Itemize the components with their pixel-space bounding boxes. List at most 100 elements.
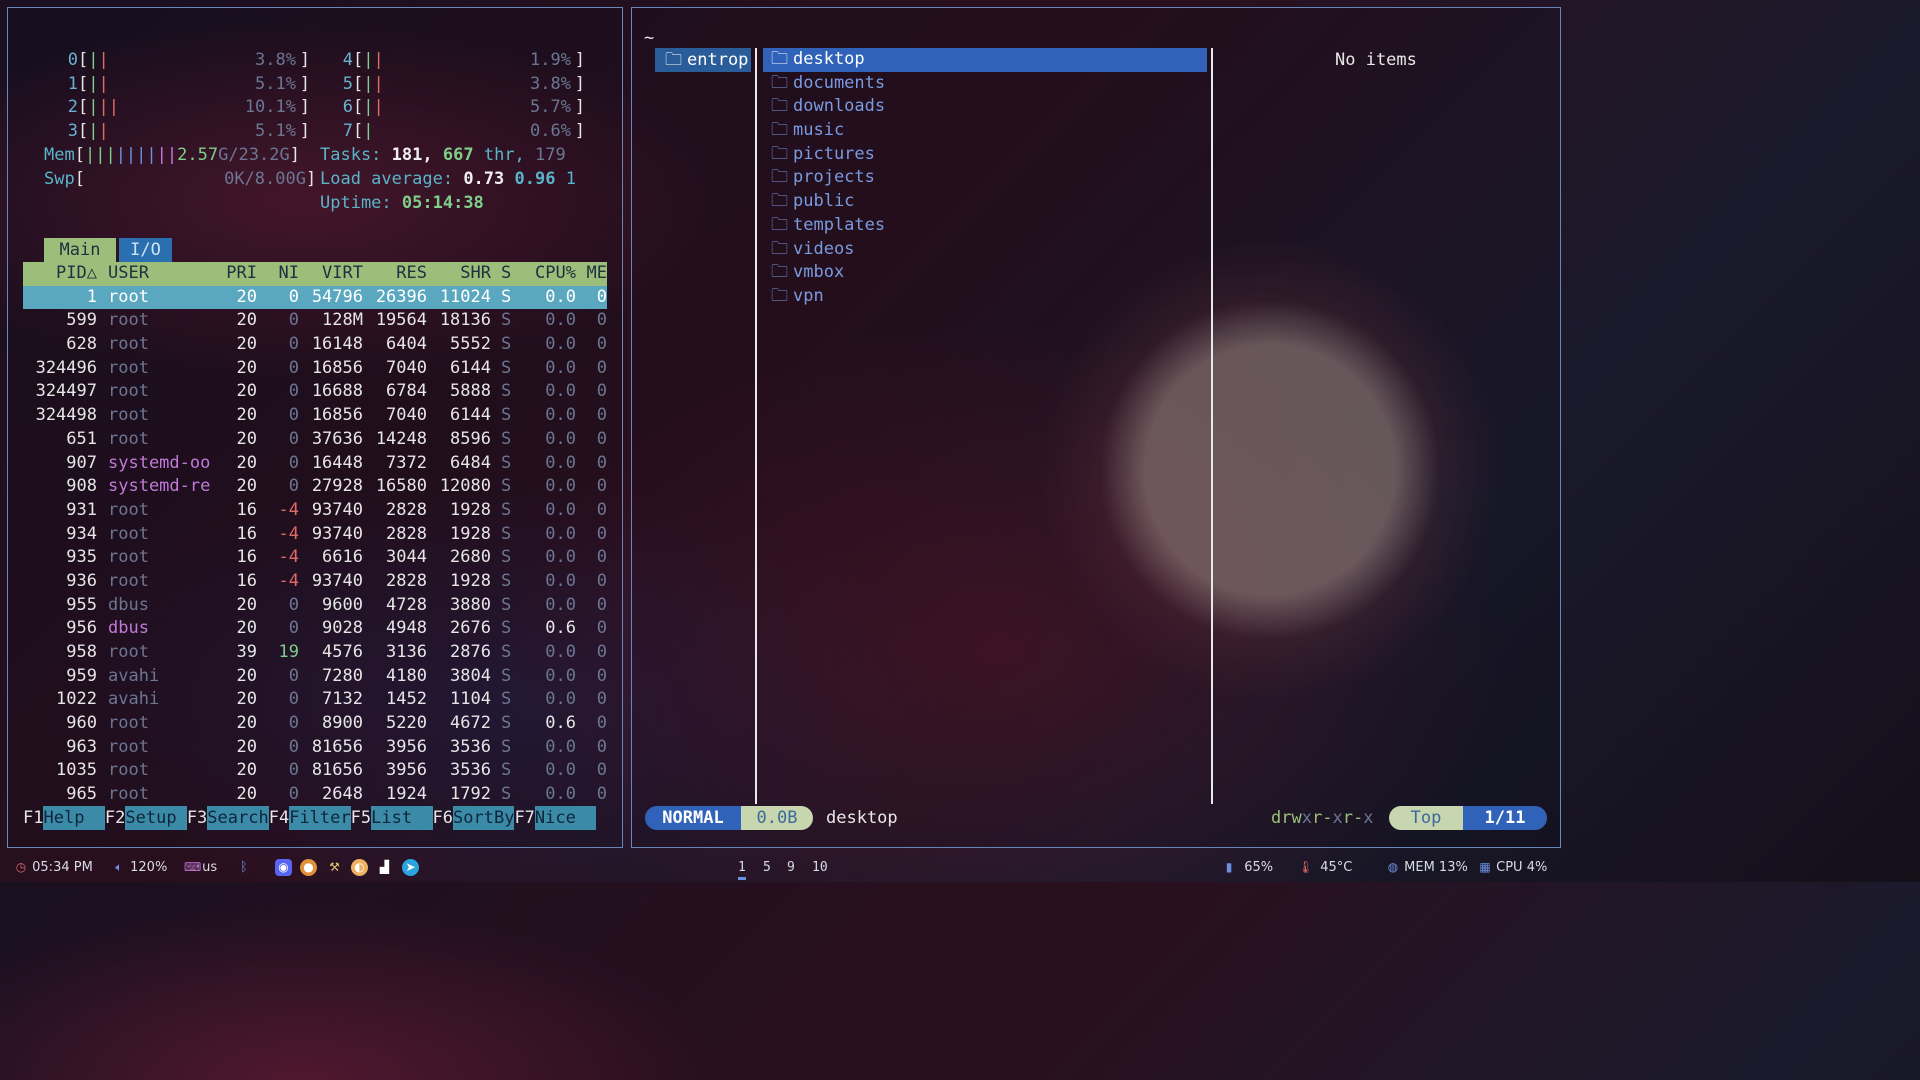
process-row[interactable]: 651 root 20 0 37636 14248 8596 S 0.0 0 bbox=[23, 428, 607, 452]
tab-io[interactable]: I/O bbox=[119, 238, 172, 262]
volume[interactable]: 🔈︎ 120% bbox=[112, 860, 167, 875]
process-table-header[interactable]: PID△ USER PRI NI VIRT RES SHR S CPU% ME bbox=[23, 262, 607, 286]
process-row[interactable]: 956 dbus 20 0 9028 4948 2676 S 0.6 0 bbox=[23, 617, 607, 641]
cell-mem: 0 bbox=[596, 570, 607, 591]
cell-mem: 0 bbox=[596, 760, 607, 781]
col-shr[interactable]: SHR bbox=[460, 262, 491, 286]
folder-item-vpn[interactable]: 🗀 vpn bbox=[763, 285, 1207, 309]
process-row[interactable]: 960 root 20 0 8900 5220 4672 S 0.6 0 bbox=[23, 712, 607, 736]
tools-icon[interactable]: ⚒ bbox=[326, 859, 343, 876]
process-table[interactable]: PID△ USER PRI NI VIRT RES SHR S CPU% ME … bbox=[23, 262, 607, 807]
fkey-f2[interactable]: F2Setup bbox=[105, 806, 187, 830]
col-ni[interactable]: NI bbox=[279, 262, 299, 286]
process-row[interactable]: 628 root 20 0 16148 6404 5552 S 0.0 0 bbox=[23, 333, 607, 357]
fkey-f6[interactable]: F6SortBy bbox=[433, 806, 515, 830]
file-list[interactable]: 🗀 desktop 🗀 documents 🗀 downloads 🗀 music 🗀 pictu… bbox=[763, 48, 1207, 309]
col-pid[interactable]: PID△ bbox=[56, 262, 97, 286]
process-row[interactable]: 324498 root 20 0 16856 7040 6144 S 0.0 0 bbox=[23, 404, 607, 428]
process-row[interactable]: 907 systemd-oo 20 0 16448 7372 6484 S 0.0 0 bbox=[23, 452, 607, 476]
discord-icon[interactable]: ◉ bbox=[275, 859, 292, 876]
cpu-usage[interactable]: ▦ CPU 4% bbox=[1478, 860, 1547, 875]
process-row[interactable]: 931 root 16 -4 93740 2828 1928 S 0.0 0 bbox=[23, 499, 607, 523]
col-user[interactable]: USER bbox=[108, 262, 149, 286]
process-row[interactable]: 955 dbus 20 0 9600 4728 3880 S 0.0 0 bbox=[23, 594, 607, 618]
cell-cpu: 0.0 bbox=[545, 452, 576, 473]
process-row[interactable]: 963 root 20 0 81656 3956 3536 S 0.0 0 bbox=[23, 736, 607, 760]
tab-main[interactable]: Main bbox=[44, 238, 116, 262]
app-icon[interactable]: ◐ bbox=[351, 859, 368, 876]
htop-window[interactable]: 0[|| 3.8%] 1[|| 5.1%] 2[||| 10.1%] 3[|| 5.1%] 4[… bbox=[7, 7, 623, 848]
cell-user: root bbox=[108, 547, 149, 568]
cell-user: root bbox=[108, 642, 149, 662]
folder-item-public[interactable]: 🗀 public bbox=[763, 190, 1207, 214]
cell-ni: 0 bbox=[288, 736, 299, 757]
folder-item-projects[interactable]: 🗀 projects bbox=[763, 166, 1207, 190]
cell-shr: 2680 bbox=[450, 547, 491, 568]
file-manager-window[interactable]: ~ 🗀 entrop 🗀 desktop 🗀 documents 🗀 downloads 🗀 m… bbox=[631, 7, 1561, 848]
cell-user: avahi bbox=[108, 665, 160, 686]
cell-virt: 2648 bbox=[322, 784, 363, 805]
process-row[interactable]: 959 avahi 20 0 7280 4180 3804 S 0.0 0 bbox=[23, 665, 607, 689]
battery[interactable]: ▮ 65% bbox=[1222, 860, 1273, 875]
parent-dir[interactable]: 🗀 entrop bbox=[655, 48, 751, 72]
fkey-f7[interactable]: F7Nice bbox=[514, 806, 597, 830]
process-row[interactable]: 324496 root 20 0 16856 7040 6144 S 0.0 0 bbox=[23, 357, 607, 381]
stats-icon[interactable]: ▟ bbox=[376, 859, 393, 876]
col-mem[interactable]: ME bbox=[587, 262, 607, 286]
folder-item-vmbox[interactable]: 🗀 vmbox bbox=[763, 261, 1207, 285]
fkey-f3[interactable]: F3Search bbox=[187, 806, 269, 830]
folder-item-music[interactable]: 🗀 music bbox=[763, 119, 1207, 143]
process-row[interactable]: 599 root 20 0 128M 19564 18136 S 0.0 0 bbox=[23, 309, 607, 333]
cell-pri: 20 bbox=[236, 784, 257, 805]
telegram-icon[interactable]: ➤ bbox=[402, 859, 419, 876]
process-row[interactable]: 908 systemd-re 20 0 27928 16580 12080 S 0.0 0 bbox=[23, 475, 607, 499]
process-row[interactable]: 965 root 20 0 2648 1924 1792 S 0.0 0 bbox=[23, 783, 607, 807]
workspace-1[interactable]: 1 bbox=[738, 860, 746, 880]
cell-pri: 20 bbox=[236, 594, 257, 615]
cell-pri: 20 bbox=[236, 713, 257, 734]
bluetooth-icon[interactable]: ᛒ bbox=[240, 860, 248, 875]
process-row[interactable]: 1035 root 20 0 81656 3956 3536 S 0.0 0 bbox=[23, 759, 607, 783]
col-cpu[interactable]: CPU% bbox=[535, 262, 576, 286]
clock[interactable]: ◷ 05:34 PM bbox=[14, 860, 93, 875]
col-res[interactable]: RES bbox=[396, 262, 427, 286]
cell-res: 4728 bbox=[386, 594, 427, 615]
cell-cpu: 0.0 bbox=[545, 405, 576, 426]
memory-usage[interactable]: ◍ MEM 13% bbox=[1386, 860, 1468, 875]
cell-mem: 0 bbox=[596, 334, 607, 355]
cell-pri: 16 bbox=[236, 547, 257, 568]
fkey-f4[interactable]: F4Filter bbox=[269, 806, 351, 830]
fkey-f1[interactable]: F1Help bbox=[23, 806, 105, 830]
folder-item-downloads[interactable]: 🗀 downloads bbox=[763, 95, 1207, 119]
keyboard-layout[interactable]: ⌨ us bbox=[184, 860, 217, 875]
firefox-icon[interactable]: ● bbox=[300, 859, 317, 876]
cell-pid: 958 bbox=[66, 642, 97, 662]
col-pri[interactable]: PRI bbox=[226, 262, 257, 286]
folder-item-templates[interactable]: 🗀 templates bbox=[763, 214, 1207, 238]
folder-label: documents bbox=[793, 72, 886, 93]
process-row[interactable]: 936 root 16 -4 93740 2828 1928 S 0.0 0 bbox=[23, 570, 607, 594]
cell-cpu: 0.0 bbox=[545, 381, 576, 402]
cell-mem: 0 bbox=[596, 428, 607, 449]
folder-item-desktop[interactable]: 🗀 desktop bbox=[763, 48, 1207, 72]
cell-ni: 0 bbox=[288, 665, 299, 686]
process-row[interactable]: 1 root 20 0 54796 26396 11024 S 0.0 0 bbox=[23, 285, 607, 310]
col-state[interactable]: S bbox=[501, 262, 511, 286]
process-row[interactable]: 958 root 39 19 4576 3136 2876 S 0.0 0 bbox=[23, 641, 607, 665]
process-row[interactable]: 1022 avahi 20 0 7132 1452 1104 S 0.0 0 bbox=[23, 688, 607, 712]
cell-shr: 4672 bbox=[450, 713, 491, 734]
cell-ni: 0 bbox=[288, 760, 299, 781]
process-row[interactable]: 324497 root 20 0 16688 6784 5888 S 0.0 0 bbox=[23, 380, 607, 404]
temperature[interactable]: 🌡︎ 45°C bbox=[1298, 860, 1352, 875]
folder-item-pictures[interactable]: 🗀 pictures bbox=[763, 143, 1207, 167]
process-row[interactable]: 935 root 16 -4 6616 3044 2680 S 0.0 0 bbox=[23, 546, 607, 570]
col-virt[interactable]: VIRT bbox=[322, 262, 363, 286]
folder-item-videos[interactable]: 🗀 videos bbox=[763, 238, 1207, 262]
fkey-f5[interactable]: F5List bbox=[351, 806, 433, 830]
process-row[interactable]: 934 root 16 -4 93740 2828 1928 S 0.0 0 bbox=[23, 523, 607, 547]
cell-mem: 0 bbox=[596, 286, 607, 307]
folder-item-documents[interactable]: 🗀 documents bbox=[763, 72, 1207, 96]
workspace-5[interactable]: 5 bbox=[763, 860, 771, 875]
workspace-9[interactable]: 9 bbox=[787, 860, 795, 875]
workspace-10[interactable]: 10 bbox=[812, 860, 828, 875]
